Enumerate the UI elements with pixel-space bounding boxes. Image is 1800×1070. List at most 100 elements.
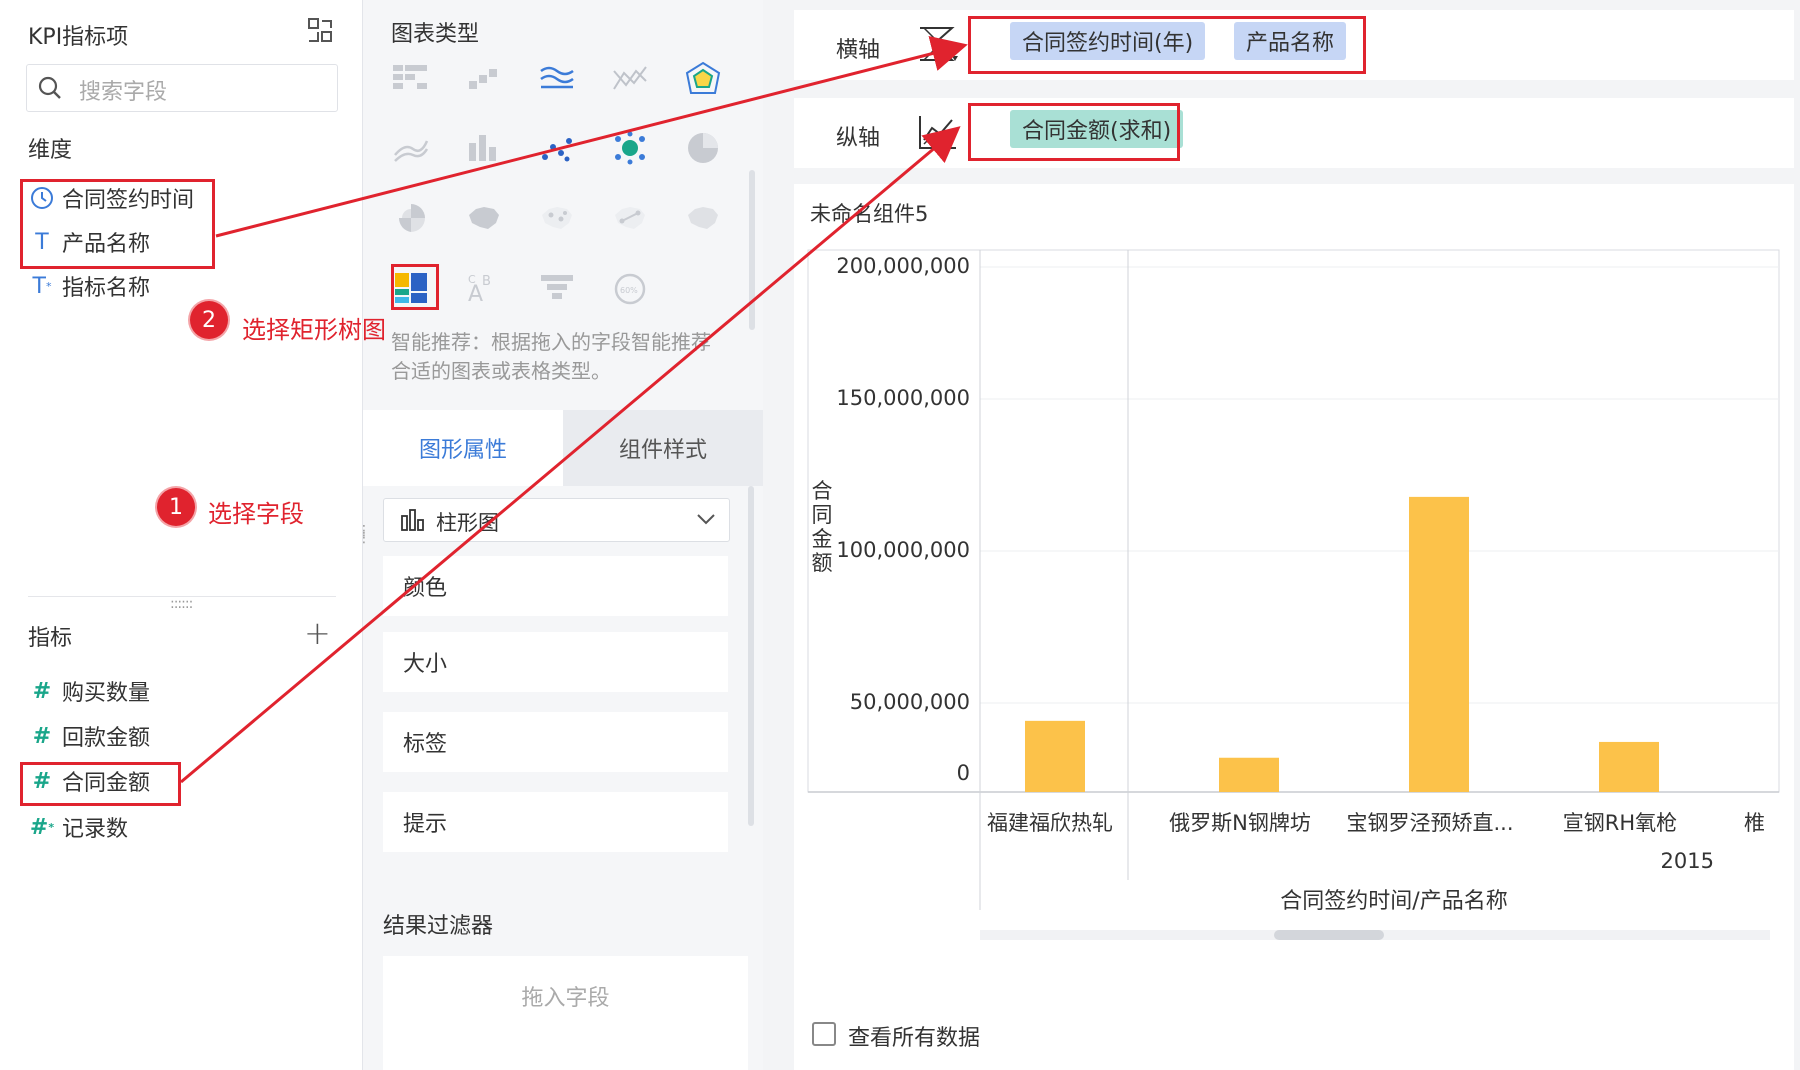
chart-type-select-value: 柱形图 [436,511,499,535]
bar [1025,720,1085,792]
dimensions-title: 维度 [28,138,73,163]
bar-chart: 200,000,000 150,000,000 100,000,000 50,000,… [807,249,1780,940]
stacked-bar-icon[interactable] [462,126,506,170]
chart-type-select[interactable]: 柱形图 [383,498,730,542]
measure-label: 回款金额 [62,726,151,751]
result-filter-title: 结果过滤器 [383,914,494,939]
pie-chart-icon[interactable] [681,126,725,170]
tab-graph-properties[interactable]: 图形属性 [363,410,563,486]
property-label: 提示 [403,812,448,837]
flow-map-icon[interactable] [608,196,652,240]
measure-item-purchase-qty[interactable]: # 购买数量 [22,671,212,711]
measure-item-payment-amount[interactable]: # 回款金额 [22,716,212,756]
highlight-treemap [391,264,439,310]
hash-starred-icon: # * [29,814,55,840]
hash-icon: # [32,678,52,704]
properties-scrollbar[interactable] [748,486,754,826]
hash-icon: # [32,723,52,749]
y-tick-label: 100,000,000 [836,538,970,562]
step-badge-1: 1 [157,488,195,526]
line-axis-icon[interactable] [918,114,958,150]
bubble-chart-icon[interactable] [608,126,652,170]
bar-chart-icon [401,509,424,531]
chart-type-scrollbar[interactable] [749,170,755,330]
chart-card: 未命名组件5 200,000,000 150,000,000 100,000,000… [794,184,1794,1070]
property-label[interactable]: 标签 [383,712,728,772]
china-map-icon[interactable] [462,196,506,240]
chart-type-title: 图表类型 [391,22,480,47]
y-axis-bar: 纵轴 合同金额(求和) [794,98,1794,168]
property-label: 大小 [403,652,448,677]
dimension-item-indicator-name[interactable]: T * 指标名称 [22,266,212,306]
highlight-x-fields [968,16,1366,74]
highlight-contract-amount [20,762,181,806]
y-tick-label: 200,000,000 [836,254,970,278]
y-tick-label: 50,000,000 [850,690,970,714]
property-color[interactable]: 颜色 [383,556,728,616]
dimension-label: 指标名称 [62,276,151,301]
highlight-dimensions [20,179,215,269]
bar [1219,757,1279,792]
x-category-label: 福建福欣热轧 [987,811,1113,835]
step-badge-2: 2 [190,301,228,339]
gauge-chart-icon[interactable]: 60% [608,266,652,310]
step-text-2: 选择矩形树图 [242,316,386,344]
point-map-icon[interactable] [535,196,579,240]
property-tabs: 图形属性 组件样式 [363,410,763,486]
scatter-chart-icon[interactable] [535,126,579,170]
measures-title: 指标 [28,626,73,651]
resize-grip-icon[interactable]: :::::: [170,596,193,612]
chart-title[interactable]: 未命名组件5 [810,198,928,228]
property-label: 标签 [403,732,448,757]
x-axis-label: 横轴 [836,38,881,63]
switch-view-icon[interactable] [306,16,334,44]
text-type-starred-icon: T * [32,273,52,299]
fields-panel: KPI指标项 搜索字段 维度 合同签约时间 T 产品名称 T * 指标名称 :::… [0,0,363,1070]
word-cloud-icon[interactable]: ABC [462,266,506,310]
bar [1409,496,1469,792]
y-tick-label: 150,000,000 [836,386,970,410]
search-placeholder: 搜索字段 [79,80,168,105]
view-all-data-checkbox[interactable] [812,1022,836,1046]
line-chart-icon[interactable] [608,56,652,100]
drill-axis-icon[interactable] [918,26,962,66]
heat-map-icon[interactable] [681,196,725,240]
x-group-label: 2015 [1661,849,1714,873]
bar [1599,741,1659,792]
measure-label: 购买数量 [62,681,151,706]
y-axis-title-char: 同 [812,503,833,527]
area-chart-icon[interactable] [535,56,579,100]
property-size[interactable]: 大小 [383,632,728,692]
property-label: 颜色 [403,576,448,601]
cross-table-icon[interactable] [389,56,433,100]
view-all-data-label: 查看所有数据 [848,1026,981,1051]
graph-properties: 柱形图 颜色 大小 标签 提示 [363,486,763,884]
rose-chart-icon[interactable] [389,196,433,240]
search-input[interactable]: 搜索字段 [26,64,338,112]
multi-line-icon[interactable] [389,126,433,170]
chart-scroll-thumb [1274,930,1384,940]
property-tooltip[interactable]: 提示 [383,792,728,852]
measure-label: 记录数 [62,817,129,842]
search-icon [38,76,61,99]
highlight-y-fields [968,103,1180,161]
detail-table-icon[interactable] [462,56,506,100]
svg-text:C: C [468,273,476,286]
chart-config-panel: 图表类型 ABC 60% 智能推荐：根据拖入的字段智能推荐合适的图表或表格类型。… [357,0,763,1070]
funnel-chart-icon[interactable] [535,266,579,310]
y-axis-label: 纵轴 [836,126,881,151]
panel-title: KPI指标项 [28,25,129,50]
x-category-label: 椎 [1744,811,1765,835]
panel-resize-grip-icon[interactable]: ⋮ ⋮ [357,524,371,545]
filter-drop-zone[interactable]: 拖入字段 [383,956,748,1070]
x-category-label: 宣钢RH氧枪 [1563,811,1677,835]
add-measure-icon[interactable]: + [304,614,331,652]
y-axis-title-char: 合 [812,479,833,503]
tab-component-style[interactable]: 组件样式 [563,410,763,486]
chevron-down-icon [697,514,715,525]
y-tick-label: 0 [957,761,970,785]
step-text-1: 选择字段 [208,500,304,528]
radar-chart-icon[interactable] [681,56,725,100]
measure-item-record-count[interactable]: # * 记录数 [22,807,212,847]
y-axis-title-char: 额 [812,551,833,575]
